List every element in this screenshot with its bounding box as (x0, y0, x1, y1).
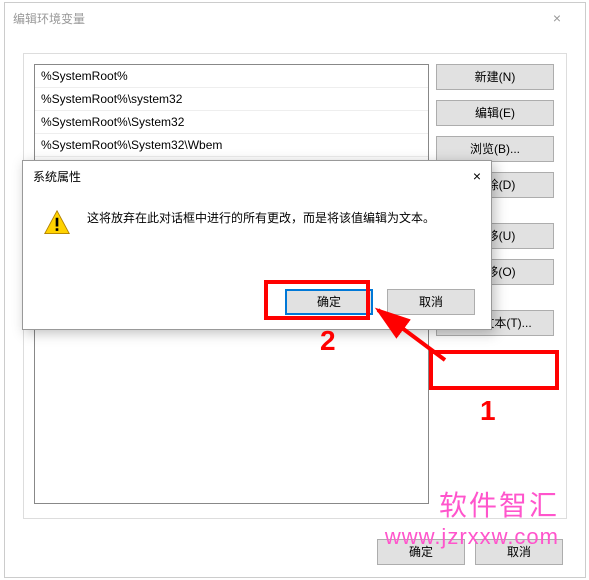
cancel-button[interactable]: 取消 (475, 539, 563, 565)
edit-button[interactable]: 编辑(E) (436, 100, 554, 126)
warning-icon (43, 209, 71, 237)
dialog-actions: 确定 取消 (285, 289, 475, 315)
dialog-cancel-button[interactable]: 取消 (387, 289, 475, 315)
list-item[interactable]: %SystemRoot% (35, 65, 428, 88)
close-icon[interactable]: × (537, 10, 577, 26)
footer-buttons: 确定 取消 (377, 539, 563, 565)
list-item[interactable]: %SystemRoot%\System32\Wbem (35, 134, 428, 157)
dialog-ok-button[interactable]: 确定 (285, 289, 373, 315)
titlebar: 编辑环境变量 × (5, 3, 585, 33)
dialog-title: 系统属性 (33, 168, 451, 185)
dialog-body: 这将放弃在此对话框中进行的所有更改，而是将该值编辑为文本。 (23, 191, 491, 255)
window-title: 编辑环境变量 (13, 10, 537, 27)
dialog-titlebar: 系统属性 × (23, 161, 491, 191)
dialog-close-icon[interactable]: × (451, 168, 481, 184)
list-item[interactable]: %SystemRoot%\system32 (35, 88, 428, 111)
dialog-message: 这将放弃在此对话框中进行的所有更改，而是将该值编辑为文本。 (87, 209, 435, 226)
confirm-dialog: 系统属性 × 这将放弃在此对话框中进行的所有更改，而是将该值编辑为文本。 确定 … (22, 160, 492, 330)
ok-button[interactable]: 确定 (377, 539, 465, 565)
new-button[interactable]: 新建(N) (436, 64, 554, 90)
list-item[interactable]: %SystemRoot%\System32 (35, 111, 428, 134)
browse-button[interactable]: 浏览(B)... (436, 136, 554, 162)
